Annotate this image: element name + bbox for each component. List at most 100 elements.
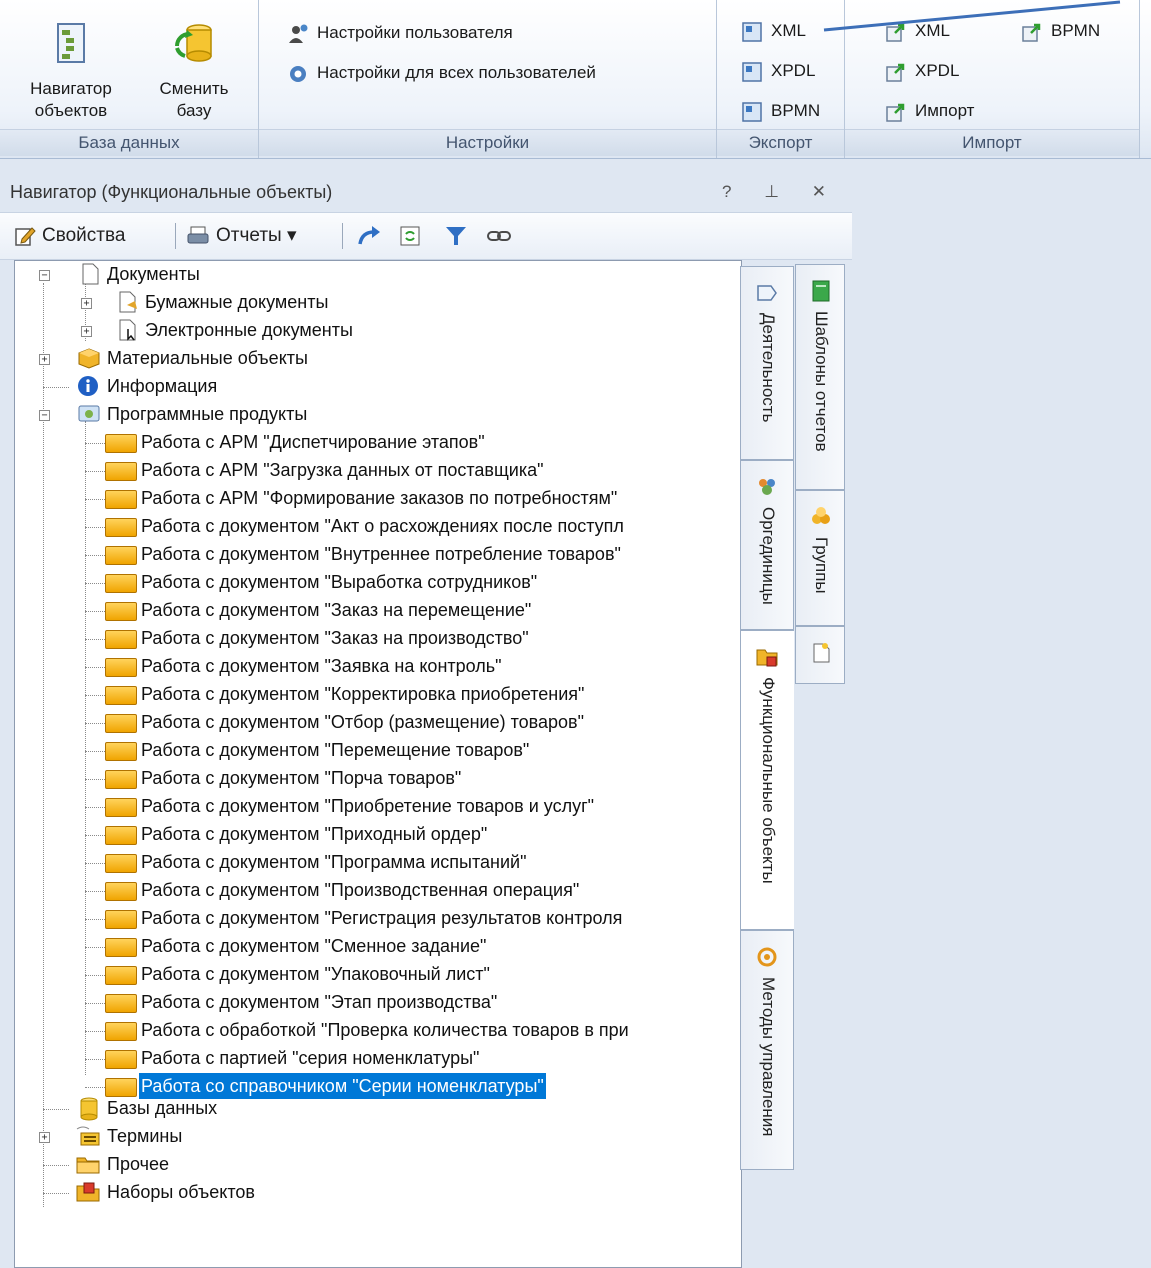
tree-item-electronic-documents[interactable]: Электронные документы <box>143 317 355 343</box>
tree-item-material-objects[interactable]: Материальные объекты <box>105 345 310 371</box>
expand-toggle[interactable]: + <box>81 298 92 309</box>
annotation-arrow <box>823 0 1121 32</box>
tree-guide-line <box>43 283 44 1207</box>
properties-label: Свойства <box>42 225 126 246</box>
properties-button[interactable]: Свойства <box>14 223 125 249</box>
export-xml-button[interactable]: XML <box>741 18 806 44</box>
export-xpdl-label: XPDL <box>771 61 816 80</box>
tree-item-software[interactable]: Работа с документом "Приходный ордер" <box>139 821 489 847</box>
reports-button[interactable]: Отчеты ▾ <box>186 223 297 249</box>
box-icon <box>78 348 100 369</box>
all-users-settings-button[interactable]: Настройки для всех пользователей <box>287 60 596 86</box>
tree-connector <box>43 1109 69 1110</box>
side-tabs-inner: Деятельность Оргединицы Функциональные о… <box>740 260 796 1170</box>
expand-toggle[interactable]: + <box>39 1132 50 1143</box>
tree-connector <box>85 667 105 668</box>
program-item-icon <box>105 854 137 873</box>
paper-document-icon <box>119 291 137 313</box>
tree-item-software[interactable]: Работа с документом "Приобретение товаро… <box>139 793 596 819</box>
export-bpmn-label: BPMN <box>771 101 821 120</box>
tree-connector <box>85 751 105 752</box>
tree-item-object-sets[interactable]: Наборы объектов <box>105 1179 257 1205</box>
program-item-icon <box>105 686 137 705</box>
tree-item-software-products[interactable]: Программные продукты <box>105 401 309 427</box>
program-item-icon <box>105 714 137 733</box>
functional-objects-icon <box>756 649 778 667</box>
tree-item-software[interactable]: Работа с документом "Корректировка приоб… <box>139 681 586 707</box>
tab-org-units[interactable]: Оргединицы <box>740 460 794 630</box>
import-button[interactable]: Импорт <box>885 98 974 124</box>
program-item-icon <box>105 826 137 845</box>
program-item-icon <box>105 434 137 453</box>
tree-item-software[interactable]: Работа с документом "Заказ на производст… <box>139 625 531 651</box>
program-item-icon <box>105 770 137 789</box>
tree-item-software[interactable]: Работа с документом "Регистрация результ… <box>139 905 624 931</box>
switch-db-label-2: базу <box>176 101 212 120</box>
tab-management-methods[interactable]: Методы управления <box>740 930 794 1170</box>
tab-report-templates[interactable]: Шаблоны отчетов <box>795 264 845 490</box>
tree-item-software[interactable]: Работа с документом "Программа испытаний… <box>139 849 528 875</box>
tree-item-software[interactable]: Работа с АРМ "Диспетчирование этапов" <box>139 429 487 455</box>
tree-connector <box>85 891 105 892</box>
terms-icon <box>76 1126 100 1146</box>
tree-item-software[interactable]: Работа с документом "Акт о расхождениях … <box>139 513 626 539</box>
helm-icon <box>757 947 777 967</box>
collapse-toggle[interactable]: − <box>39 410 50 421</box>
expand-toggle[interactable]: + <box>39 354 50 365</box>
panel-controls[interactable]: ? ⊥ ✕ <box>722 172 840 212</box>
program-item-icon <box>105 602 137 621</box>
redo-icon[interactable] <box>356 224 382 248</box>
tree-item-software[interactable]: Работа с обработкой "Проверка количества… <box>139 1017 631 1043</box>
export-bpmn-button[interactable]: BPMN <box>741 98 820 124</box>
tree-item-software[interactable]: Работа с документом "Отбор (размещение) … <box>139 709 586 735</box>
tab-activity[interactable]: Деятельность <box>740 266 794 460</box>
tree-connector <box>85 1031 105 1032</box>
tree-item-software[interactable]: Работа с документом "Заявка на контроль" <box>139 653 504 679</box>
expand-toggle[interactable]: + <box>81 326 92 337</box>
tab-new[interactable] <box>795 626 845 684</box>
tree-item-software[interactable]: Работа с документом "Упаковочный лист" <box>139 961 492 987</box>
tree-item-software[interactable]: Работа с документом "Сменное задание" <box>139 933 488 959</box>
tree-item-databases[interactable]: Базы данных <box>105 1095 219 1121</box>
filter-icon[interactable] <box>444 224 468 248</box>
tree-item-software[interactable]: Работа с партией "серия номенклатуры" <box>139 1045 481 1071</box>
link-icon[interactable] <box>486 226 512 246</box>
tab-functional-objects[interactable]: Функциональные объекты <box>740 630 794 930</box>
program-item-icon <box>105 574 137 593</box>
tree-connector <box>85 975 105 976</box>
tree-item-software[interactable]: Работа с документом "Заказ на перемещени… <box>139 597 533 623</box>
user-settings-button[interactable]: Настройки пользователя <box>287 20 513 46</box>
import-icon <box>886 103 905 122</box>
tree-item-software[interactable]: Работа с документом "Этап производства" <box>139 989 499 1015</box>
tree-item-software[interactable]: Работа с АРМ "Формирование заказов по по… <box>139 485 619 511</box>
object-sets-icon <box>76 1182 100 1202</box>
export-xpdl-button[interactable]: XPDL <box>741 58 815 84</box>
tree-item-paper-documents[interactable]: Бумажные документы <box>143 289 330 315</box>
navigator-button[interactable]: Навигатор объектов <box>16 22 126 122</box>
tree-guide-line <box>85 421 86 1075</box>
tree-connector <box>85 555 105 556</box>
tree-item-software[interactable]: Работа с АРМ "Загрузка данных от поставщ… <box>139 457 546 483</box>
tree-item-terms[interactable]: Термины <box>105 1123 184 1149</box>
reports-label: Отчеты ▾ <box>216 225 297 246</box>
tree-item-software[interactable]: Работа с документом "Производственная оп… <box>139 877 581 903</box>
tree-connector <box>85 919 105 920</box>
tab-groups[interactable]: Группы <box>795 490 845 626</box>
tree-item-software[interactable]: Работа с документом "Перемещение товаров… <box>139 737 531 763</box>
tree-item-software[interactable]: Работа с документом "Порча товаров" <box>139 765 463 791</box>
refresh-icon[interactable] <box>398 224 422 248</box>
tree-connector <box>85 527 105 528</box>
collapse-toggle[interactable]: − <box>39 270 50 281</box>
ribbon-group-settings: Настройки пользователя Настройки для все… <box>259 0 717 158</box>
object-tree[interactable]: − Документы + Бумажные документы + Элект… <box>14 260 742 1268</box>
tree-item-software[interactable]: Работа с документом "Выработка сотрудник… <box>139 569 539 595</box>
switch-db-button[interactable]: Сменить базу <box>142 22 246 122</box>
tree-item-documents[interactable]: Документы <box>105 261 202 287</box>
tree-item-other[interactable]: Прочее <box>105 1151 171 1177</box>
tree-item-software[interactable]: Работа с документом "Внутреннее потребле… <box>139 541 623 567</box>
navigator-label-2: объектов <box>34 101 108 120</box>
tree-item-information[interactable]: Информация <box>105 373 219 399</box>
panel-title: Навигатор (Функциональные объекты) <box>10 182 333 202</box>
group-label-export: Экспорт <box>717 129 844 156</box>
import-xpdl-button[interactable]: XPDL <box>885 58 959 84</box>
